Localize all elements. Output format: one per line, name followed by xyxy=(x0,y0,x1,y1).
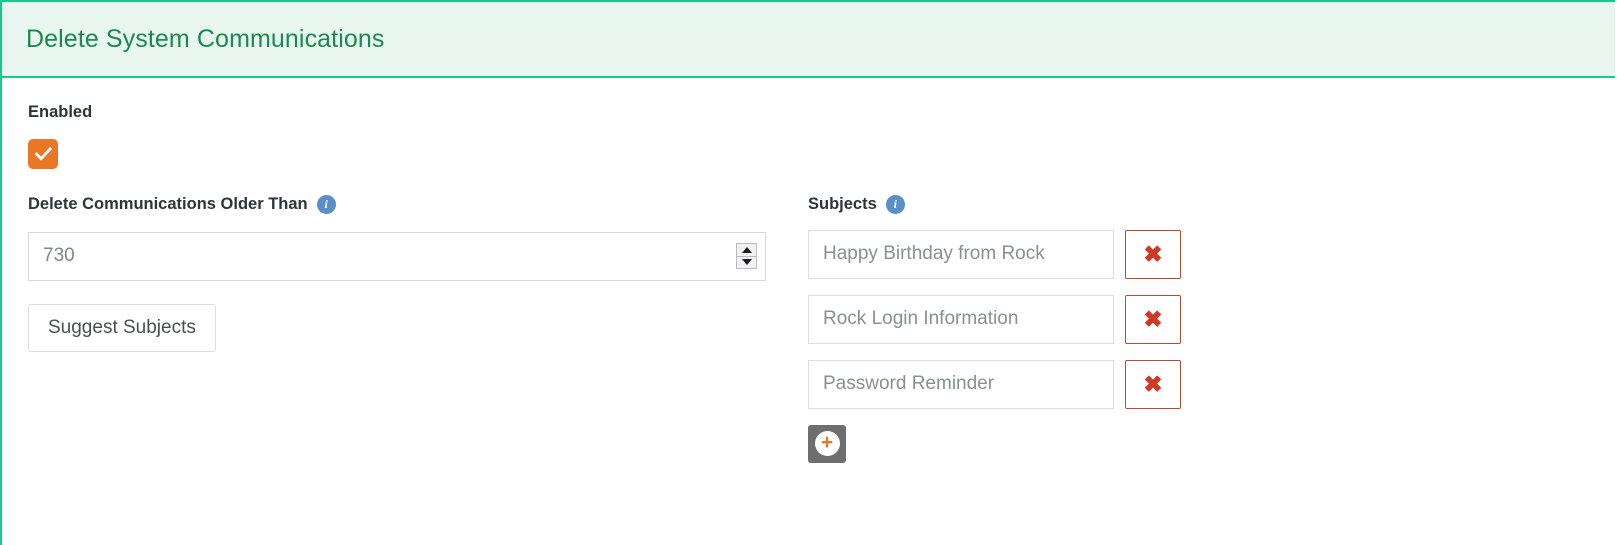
plus-glyph: + xyxy=(820,431,834,454)
older-than-input[interactable] xyxy=(29,232,765,280)
subject-row: ✖ xyxy=(808,359,1181,409)
page-title: Delete System Communications xyxy=(26,24,385,53)
fields-columns: Delete Communications Older Than i Sug xyxy=(28,194,1615,463)
number-stepper[interactable] xyxy=(736,243,757,269)
stepper-down-button[interactable] xyxy=(737,255,756,269)
check-mark-icon xyxy=(34,146,52,161)
panel-body: Enabled Delete Communications Older Than… xyxy=(2,78,1615,463)
subject-row: ✖ xyxy=(808,294,1181,344)
subjects-column: Subjects i ✖ ✖ xyxy=(808,194,1181,463)
stepper-up-button[interactable] xyxy=(737,244,756,256)
subject-input[interactable] xyxy=(808,229,1114,279)
times-icon: ✖ xyxy=(1143,240,1163,267)
subjects-label-text: Subjects xyxy=(808,194,877,213)
enabled-checkbox[interactable] xyxy=(28,138,58,169)
add-subject-button[interactable]: + xyxy=(808,424,846,463)
delete-subject-button[interactable]: ✖ xyxy=(1125,294,1181,344)
times-icon: ✖ xyxy=(1143,370,1163,397)
enabled-label-text: Enabled xyxy=(28,103,93,121)
info-circle-icon[interactable]: i xyxy=(316,194,336,214)
subjects-label: Subjects i xyxy=(808,194,1181,214)
subject-row: ✖ xyxy=(808,229,1181,279)
older-than-column: Delete Communications Older Than i Sug xyxy=(28,194,808,352)
suggest-subjects-button[interactable]: Suggest Subjects xyxy=(28,303,216,352)
delete-system-communications-panel: Delete System Communications Enabled Del… xyxy=(0,0,1615,545)
enabled-field: Enabled xyxy=(28,104,1615,169)
older-than-input-wrap xyxy=(28,231,766,281)
subject-input[interactable] xyxy=(808,294,1114,344)
older-than-label-text: Delete Communications Older Than xyxy=(28,194,308,213)
triangle-up-icon xyxy=(741,246,752,253)
older-than-label: Delete Communications Older Than i xyxy=(28,194,808,214)
subject-input[interactable] xyxy=(808,359,1114,409)
delete-subject-button[interactable]: ✖ xyxy=(1125,229,1181,279)
triangle-down-icon xyxy=(741,259,752,266)
info-circle-icon[interactable]: i xyxy=(885,194,905,214)
panel-header: Delete System Communications xyxy=(2,0,1615,78)
times-icon: ✖ xyxy=(1143,305,1163,332)
enabled-label: Enabled xyxy=(28,104,1615,121)
delete-subject-button[interactable]: ✖ xyxy=(1125,359,1181,409)
plus-circle-icon: + xyxy=(814,431,840,456)
